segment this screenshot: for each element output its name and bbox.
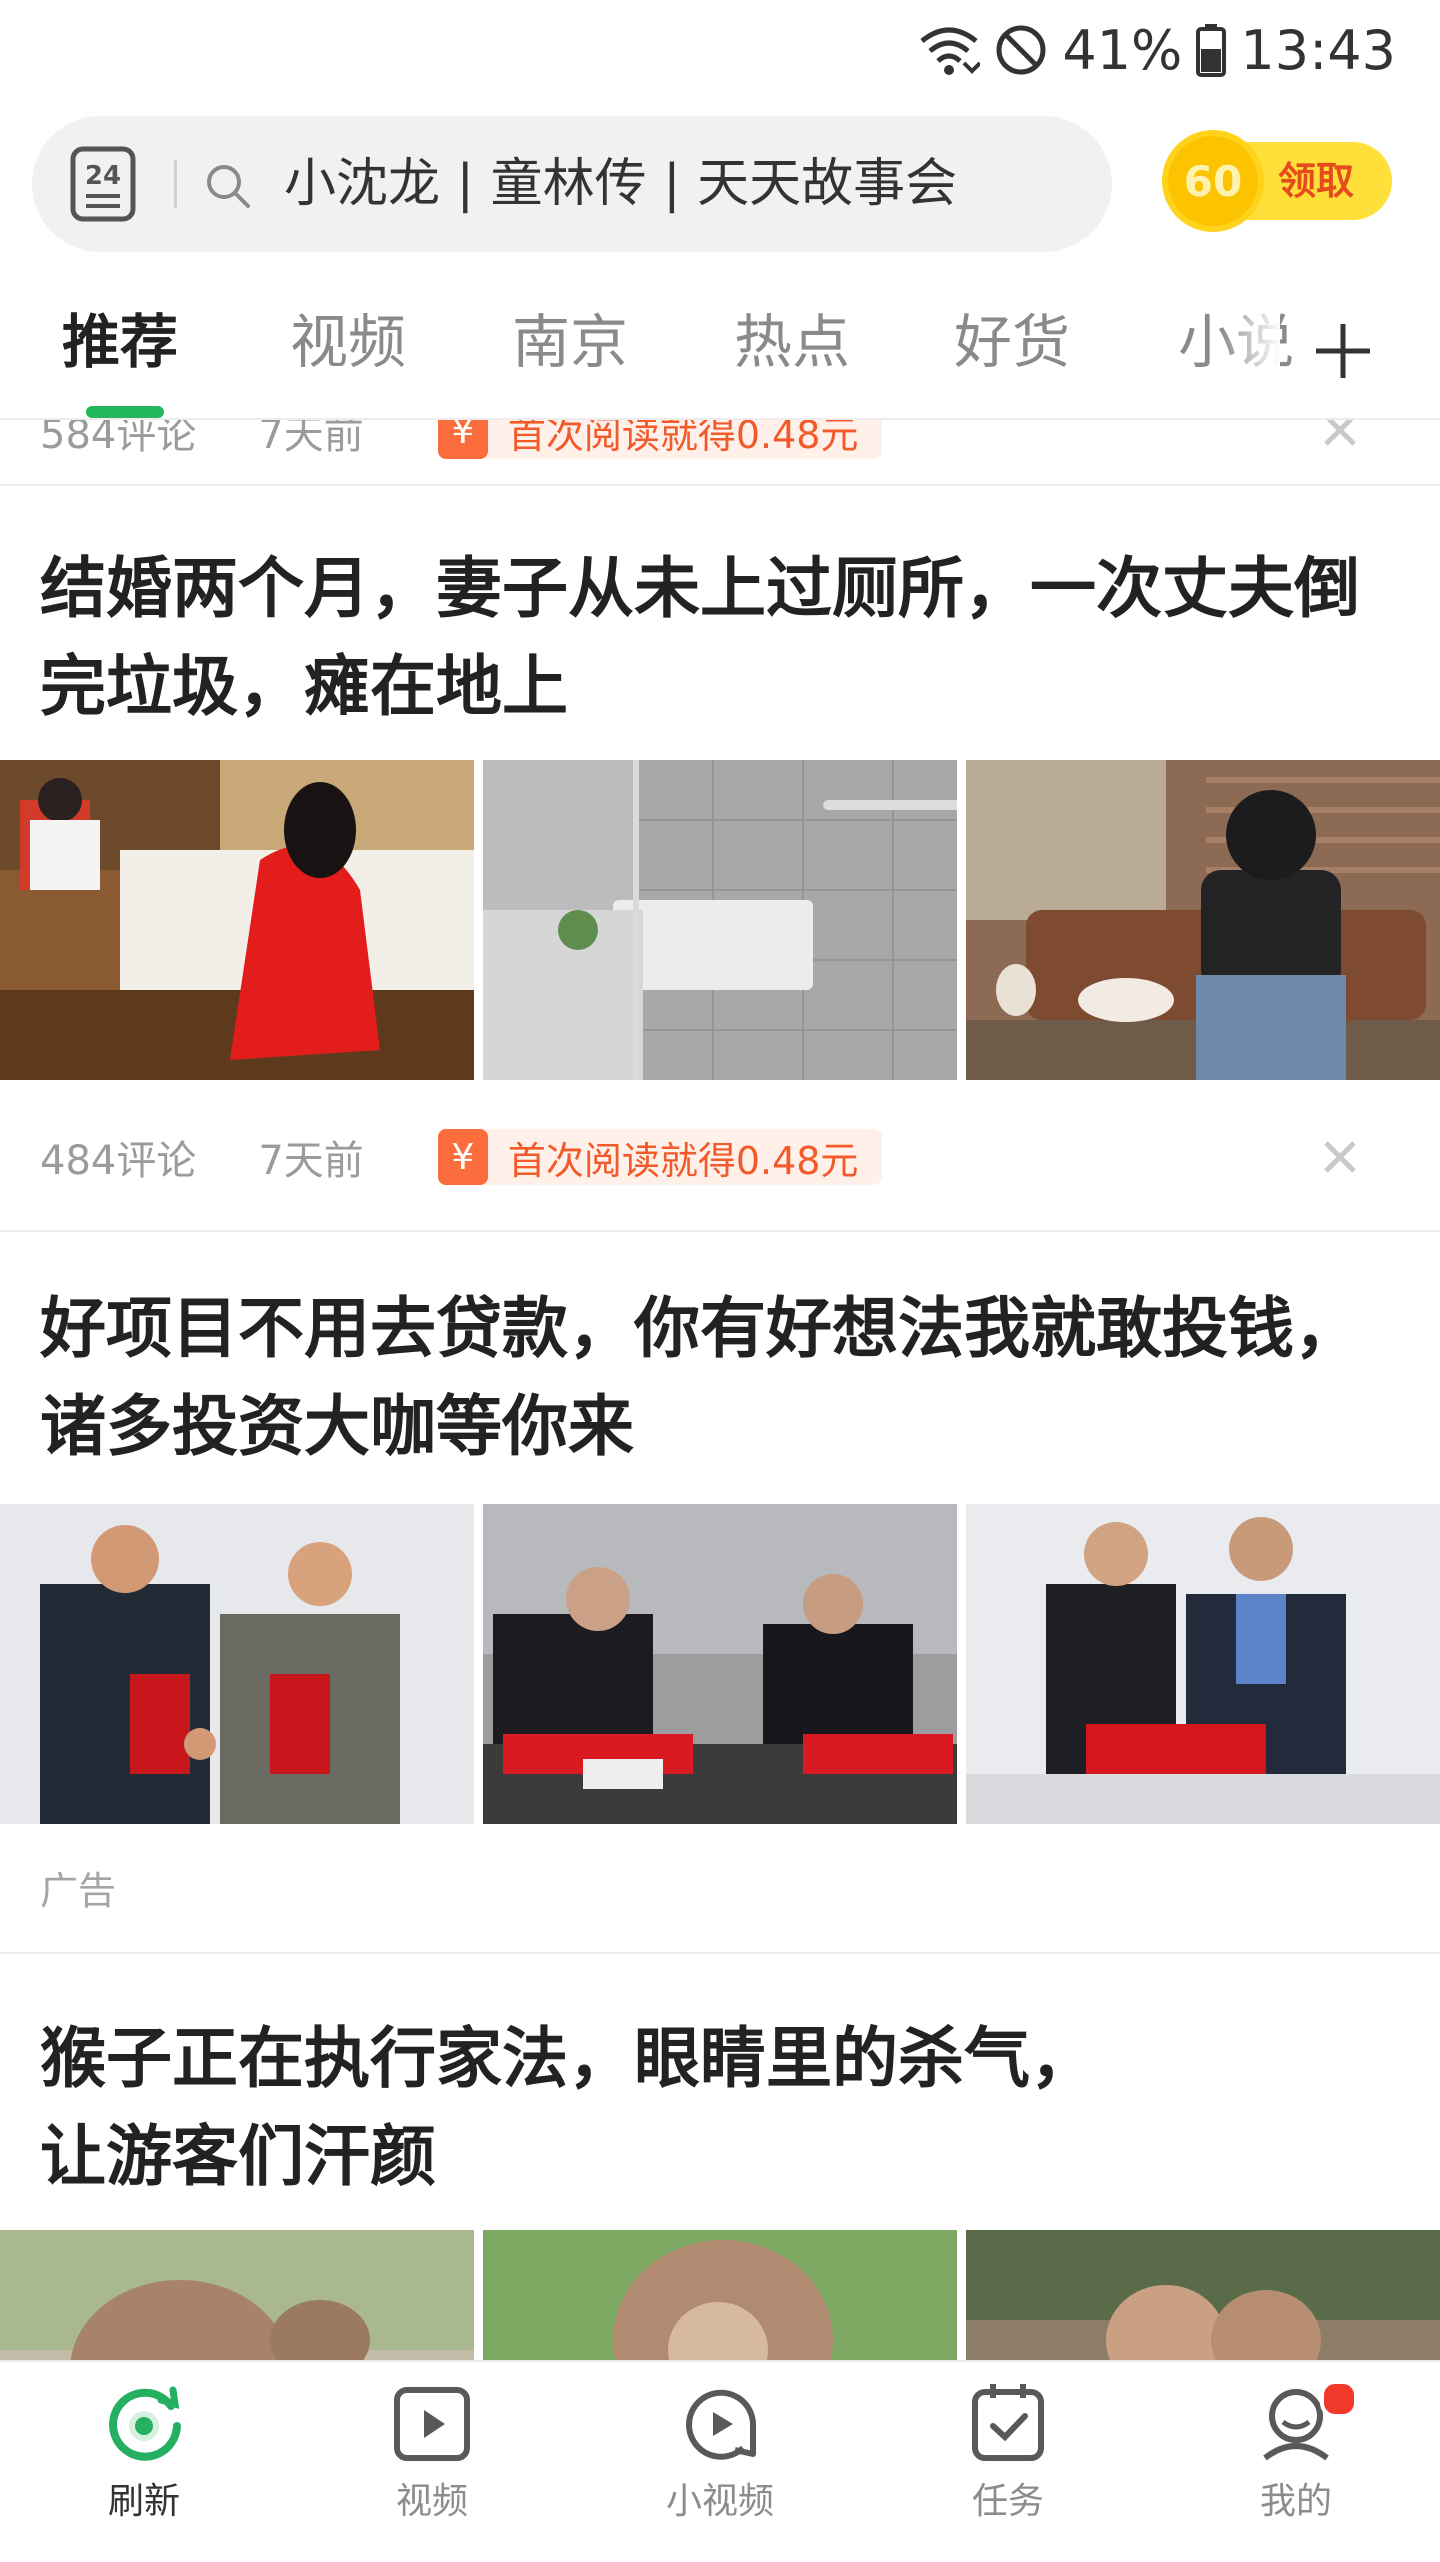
nav-video[interactable]: 视频 xyxy=(332,2380,532,2524)
reading-reward-badge: ¥ 首次阅读就得0.48元 xyxy=(437,1129,883,1185)
article-thumbnail[interactable] xyxy=(0,2230,474,2360)
article-thumbnail[interactable] xyxy=(483,2230,957,2360)
wifi-icon xyxy=(920,27,981,75)
article-thumbnail[interactable] xyxy=(0,760,474,1080)
tab-fade xyxy=(1220,290,1280,410)
nav-label: 刷新 xyxy=(107,2481,180,2522)
article-thumbnail[interactable] xyxy=(966,2230,1440,2360)
tab-hot[interactable]: 热点 xyxy=(734,306,850,378)
comment-count: 584评论 xyxy=(40,420,197,458)
article-images[interactable] xyxy=(0,2230,1440,2360)
video-icon xyxy=(394,2387,470,2461)
article-title[interactable]: 猴子正在执行家法，眼睛里的杀气，让游客们汗颜 xyxy=(40,2010,1160,2206)
dismiss-icon[interactable] xyxy=(1320,420,1360,450)
article-meta: 484评论 7天前 ¥ 首次阅读就得0.48元 xyxy=(40,1128,883,1186)
tasks-icon xyxy=(972,2384,1044,2461)
claim-label: 领取 xyxy=(1278,159,1355,203)
comment-count: 484评论 xyxy=(40,1138,197,1184)
news-feed[interactable]: 584评论 7天前 ¥ 首次阅读就得0.48元 结婚两个月，妻子从未上过厕所，一… xyxy=(0,420,1440,2360)
search-divider xyxy=(174,160,177,208)
search-input[interactable]: 小沈龙 | 童林传 | 天天故事会 xyxy=(284,148,957,220)
publish-time: 7天前 xyxy=(258,1138,364,1184)
nav-label: 小视频 xyxy=(665,2481,774,2522)
article-thumbnail[interactable] xyxy=(483,760,957,1080)
feed-divider xyxy=(0,1952,1440,1954)
dismiss-icon[interactable] xyxy=(1320,1137,1360,1177)
nav-label: 视频 xyxy=(395,2481,468,2522)
article-title[interactable]: 结婚两个月，妻子从未上过厕所，一次丈夫倒完垃圾，瘫在地上 xyxy=(40,540,1400,736)
ad-label: 广告 xyxy=(40,1869,117,1913)
nav-label: 任务 xyxy=(971,2481,1044,2522)
yuan-icon: ¥ xyxy=(437,420,488,459)
ad-thumbnail[interactable] xyxy=(483,1504,957,1824)
battery-icon xyxy=(1196,24,1227,77)
nav-label: 我的 xyxy=(1259,2481,1332,2522)
ad-thumbnail[interactable] xyxy=(0,1504,474,1824)
ad-images[interactable] xyxy=(0,1504,1440,1824)
coin-icon: 60 xyxy=(1162,130,1264,232)
article-meta-prev: 584评论 7天前 ¥ 首次阅读就得0.48元 xyxy=(40,420,883,460)
article-thumbnail[interactable] xyxy=(966,760,1440,1080)
tab-video[interactable]: 视频 xyxy=(290,306,406,378)
calendar-icon[interactable]: 24 xyxy=(70,146,136,222)
search-icon xyxy=(207,165,250,208)
nav-profile[interactable]: 我的 xyxy=(1196,2380,1396,2524)
notification-dot xyxy=(1320,2380,1358,2418)
add-channel-icon[interactable] xyxy=(1310,318,1376,384)
tab-recommend[interactable]: 推荐 xyxy=(62,306,178,378)
nav-short-video[interactable]: 小视频 xyxy=(620,2380,820,2524)
active-tab-indicator xyxy=(86,406,164,418)
feed-divider xyxy=(0,484,1440,486)
refresh-icon xyxy=(109,2386,181,2461)
reward-text: 首次阅读就得0.48元 xyxy=(507,420,859,457)
channel-tabs: 推荐 视频 南京 热点 好货 小说 xyxy=(0,290,1440,420)
bottom-navigation: 刷新 视频 小视频 任务 我的 xyxy=(0,2360,1440,2562)
yuan-icon: ¥ xyxy=(437,1129,488,1185)
nav-tasks[interactable]: 任务 xyxy=(908,2380,1108,2524)
tab-nanjing[interactable]: 南京 xyxy=(512,306,628,378)
clock: 13:43 xyxy=(1240,18,1396,82)
reading-reward-badge: ¥ 首次阅读就得0.48元 xyxy=(437,420,883,459)
battery-percent: 41% xyxy=(1062,18,1183,82)
ad-title[interactable]: 好项目不用去贷款，你有好想法我就敢投钱，诸多投资大咖等你来 xyxy=(40,1280,1400,1476)
reward-text: 首次阅读就得0.48元 xyxy=(507,1138,859,1183)
tab-goods[interactable]: 好货 xyxy=(954,306,1070,378)
ad-thumbnail[interactable] xyxy=(966,1504,1440,1824)
do-not-disturb-icon xyxy=(996,25,1046,75)
claim-coins-button[interactable]: 60 领取 xyxy=(1162,130,1392,232)
publish-time: 7天前 xyxy=(258,420,364,458)
short-video-icon xyxy=(686,2389,757,2460)
status-bar: 41% 13:43 xyxy=(0,0,1440,100)
search-bar[interactable]: 24 小沈龙 | 童林传 | 天天故事会 xyxy=(32,116,1112,252)
nav-refresh[interactable]: 刷新 xyxy=(44,2380,244,2524)
article-images[interactable] xyxy=(0,760,1440,1080)
feed-divider xyxy=(0,1230,1440,1232)
calendar-day: 24 xyxy=(85,161,121,191)
